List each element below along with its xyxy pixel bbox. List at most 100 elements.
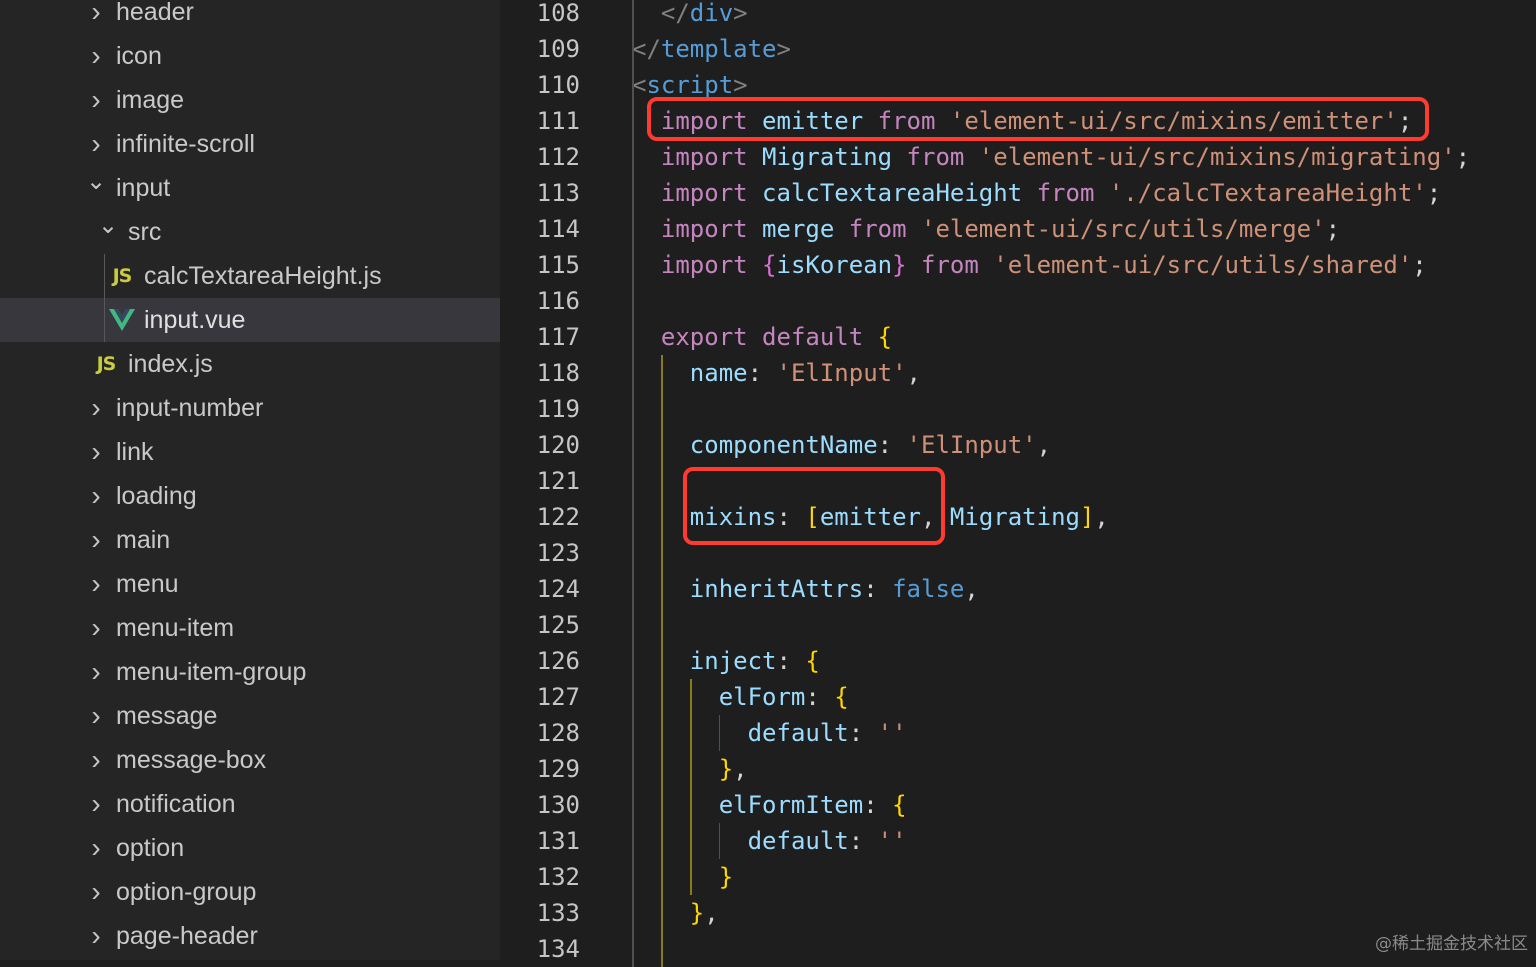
- chevron-right-icon: ›: [91, 480, 101, 511]
- code-text: inject: {: [690, 643, 820, 679]
- explorer-item[interactable]: › message-box: [0, 738, 500, 782]
- explorer-item[interactable]: › option-group: [0, 870, 500, 914]
- code-token: inject: [689, 647, 777, 675]
- code-line[interactable]: 117 export default {: [500, 319, 1536, 355]
- explorer-item-label: infinite-scroll: [116, 129, 255, 158]
- code-editor[interactable]: 108 </div> 109 </template> 110 <script> 111 imp…: [500, 0, 1536, 967]
- code-line[interactable]: 127 elForm: {: [500, 679, 1536, 715]
- code-line[interactable]: 119: [500, 391, 1536, 427]
- code-line[interactable]: 120 componentName: 'ElInput',: [500, 427, 1536, 463]
- explorer-item[interactable]: JS calcTextareaHeight.js: [0, 254, 500, 298]
- code-line[interactable]: 125: [500, 607, 1536, 643]
- code-text: },: [690, 895, 719, 931]
- code-line[interactable]: 112 import Migrating from 'element-ui/src…: [500, 139, 1536, 175]
- line-number: 131: [536, 827, 580, 855]
- explorer-item[interactable]: › message: [0, 694, 500, 738]
- chevron-right-icon: ›: [91, 392, 101, 423]
- explorer-item[interactable]: › link: [0, 430, 500, 474]
- explorer-item[interactable]: › infinite-scroll: [0, 122, 500, 166]
- explorer-item[interactable]: ⌄ src: [0, 210, 500, 254]
- js-file-icon: JS: [96, 353, 117, 375]
- code-line[interactable]: 133},: [500, 895, 1536, 931]
- code-token: </: [632, 35, 661, 63]
- code-line[interactable]: 108 </div>: [500, 0, 1536, 31]
- code-line[interactable]: 123: [500, 535, 1536, 571]
- code-token: {: [892, 791, 907, 819]
- line-number: 109: [536, 35, 580, 63]
- explorer-item[interactable]: ⌄ input: [0, 166, 500, 210]
- explorer-item[interactable]: › loading: [0, 474, 500, 518]
- file-explorer: › header › icon › image › infinite-scroll ⌄ input…: [0, 0, 500, 960]
- explorer-item[interactable]: › main: [0, 518, 500, 562]
- chevron-right-icon: ›: [91, 656, 101, 687]
- explorer-item[interactable]: › menu-item-group: [0, 650, 500, 694]
- line-number: 133: [536, 899, 580, 927]
- code-line[interactable]: 132}: [500, 859, 1536, 895]
- code-token: false: [892, 575, 965, 603]
- import-emitter-highlight: [647, 97, 1429, 141]
- code-token: script: [646, 71, 734, 99]
- code-text: import merge from 'element-ui/src/utils/…: [661, 211, 1340, 247]
- code-token: from: [848, 215, 907, 243]
- code-token: :: [863, 791, 893, 819]
- code-line[interactable]: 129},: [500, 751, 1536, 787]
- line-number: 124: [536, 575, 580, 603]
- code-line[interactable]: 113 import calcTextareaHeight from './cal…: [500, 175, 1536, 211]
- code-text: }: [719, 859, 733, 895]
- explorer-item-label: loading: [116, 481, 197, 510]
- code-text: inheritAttrs: false,: [690, 571, 979, 607]
- code-line[interactable]: 131 default: '': [500, 823, 1536, 859]
- explorer-item[interactable]: › input-number: [0, 386, 500, 430]
- code-token: default: [747, 827, 849, 855]
- explorer-item[interactable]: › menu-item: [0, 606, 500, 650]
- chevron-right-icon: ›: [91, 700, 101, 731]
- code-token: ;: [1426, 179, 1442, 207]
- code-line[interactable]: 114 import merge from 'element-ui/src/uti…: [500, 211, 1536, 247]
- code-token: default: [747, 719, 849, 747]
- chevron-right-icon: ›: [91, 568, 101, 599]
- explorer-item-label: main: [116, 525, 171, 554]
- code-token: {: [762, 251, 777, 279]
- code-line[interactable]: 116: [500, 283, 1536, 319]
- explorer-item-label: menu: [116, 569, 179, 598]
- code-token: >: [733, 71, 748, 99]
- explorer-item[interactable]: › image: [0, 78, 500, 122]
- explorer-item[interactable]: › page-header: [0, 914, 500, 958]
- code-token: 'element-ui/src/utils/merge': [921, 215, 1326, 243]
- explorer-item[interactable]: › notification: [0, 782, 500, 826]
- code-text: },: [719, 751, 748, 787]
- tree-indent-guide: [104, 254, 105, 342]
- explorer-item[interactable]: › icon: [0, 34, 500, 78]
- code-token: <: [632, 71, 647, 99]
- code-line[interactable]: 115 import {isKorean} from 'element-ui/sr…: [500, 247, 1536, 283]
- code-token: './calcTextareaHeight': [1108, 179, 1427, 207]
- explorer-item-label: icon: [116, 41, 162, 70]
- code-token: :: [848, 719, 878, 747]
- explorer-item[interactable]: input.vue: [0, 298, 500, 342]
- chevron-down-icon: ⌄: [97, 212, 119, 239]
- code-text: elForm: {: [719, 679, 849, 715]
- code-token: componentName: [689, 431, 878, 459]
- code-token: elFormItem: [718, 791, 864, 819]
- code-line[interactable]: 130 elFormItem: {: [500, 787, 1536, 823]
- explorer-item-label: message-box: [116, 745, 267, 774]
- code-line[interactable]: 118 name: 'ElInput',: [500, 355, 1536, 391]
- code-line[interactable]: 109 </template>: [500, 31, 1536, 67]
- explorer-item[interactable]: JS index.js: [0, 342, 500, 386]
- line-number: 111: [536, 107, 580, 135]
- explorer-item[interactable]: › header: [0, 0, 500, 34]
- code-line[interactable]: 128 default: '': [500, 715, 1536, 751]
- indent-guide: [660, 355, 663, 967]
- code-line[interactable]: 126 inject: {: [500, 643, 1536, 679]
- explorer-item[interactable]: › menu: [0, 562, 500, 606]
- mixins-highlight: [683, 467, 945, 545]
- code-line[interactable]: 121: [500, 463, 1536, 499]
- code-token: import: [660, 215, 748, 243]
- code-token: 'ElInput': [906, 431, 1037, 459]
- explorer-item[interactable]: › option: [0, 826, 500, 870]
- code-token: {: [805, 647, 820, 675]
- code-line[interactable]: 124 inheritAttrs: false,: [500, 571, 1536, 607]
- code-line[interactable]: 122 mixins: [emitter, Migrating],: [500, 499, 1536, 535]
- line-number: 127: [536, 683, 580, 711]
